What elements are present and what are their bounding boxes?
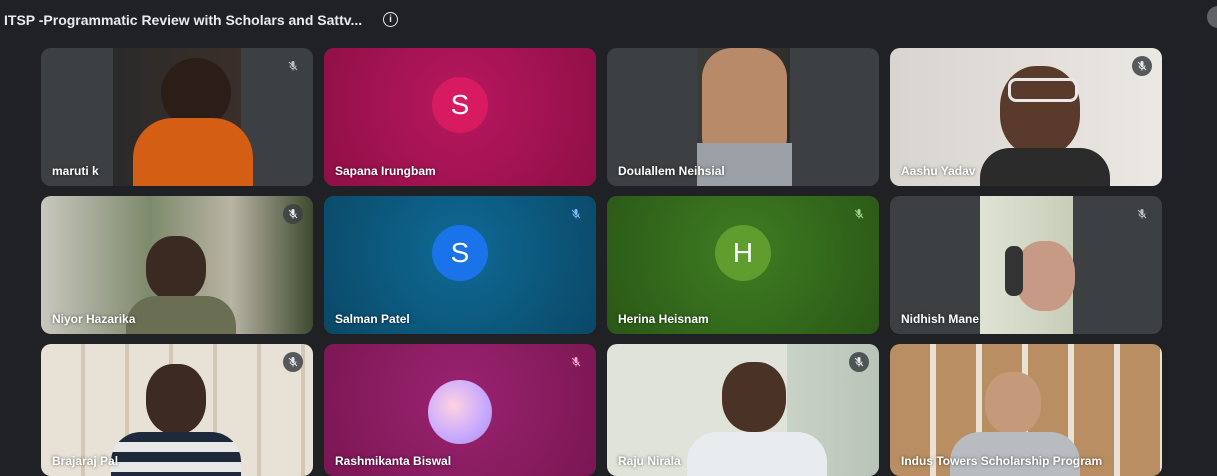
- avatar: S: [432, 225, 488, 281]
- participant-tile-niyor-hazarika[interactable]: Niyor Hazarika: [41, 196, 313, 334]
- mic-off-icon: [566, 204, 586, 224]
- mic-off-icon: [283, 352, 303, 372]
- participant-name: Herina Heisnam: [618, 312, 709, 326]
- participant-name: Salman Patel: [335, 312, 410, 326]
- participant-name: Sapana Irungbam: [335, 164, 436, 178]
- avatar: [428, 380, 492, 444]
- participant-name: Brajaraj Pal: [52, 454, 119, 468]
- participant-name: Raju Nirala: [618, 454, 681, 468]
- participant-name: maruti k: [52, 164, 99, 178]
- avatar: H: [715, 225, 771, 281]
- participant-name: Aashu Yadav: [901, 164, 976, 178]
- participant-name: Nidhish Mane: [901, 312, 980, 326]
- mic-off-icon: [1132, 204, 1152, 224]
- mic-off-icon: [849, 204, 869, 224]
- participant-tile-maruti-k[interactable]: maruti k: [41, 48, 313, 186]
- participant-tile-nidhish-mane[interactable]: Nidhish Mane: [890, 196, 1162, 334]
- avatar: S: [432, 77, 488, 133]
- mic-off-icon: [283, 204, 303, 224]
- mic-off-icon: [283, 56, 303, 76]
- meeting-title: ITSP -Programmatic Review with Scholars …: [4, 12, 363, 28]
- mic-off-icon: [566, 352, 586, 372]
- participant-name: Doulallem Neihsial: [618, 164, 725, 178]
- participant-name: Niyor Hazarika: [52, 312, 136, 326]
- participant-name: Rashmikanta Biswal: [335, 454, 452, 468]
- participant-tile-brajaraj-pal[interactable]: Brajaraj Pal: [41, 344, 313, 476]
- more-options-icon[interactable]: [1207, 6, 1217, 28]
- mic-off-icon: [1132, 56, 1152, 76]
- participant-tile-aashu-yadav[interactable]: Aashu Yadav: [890, 48, 1162, 186]
- participant-tile-herina-heisnam[interactable]: H Herina Heisnam: [607, 196, 879, 334]
- participant-tile-salman-patel[interactable]: S Salman Patel: [324, 196, 596, 334]
- mic-off-icon: [849, 352, 869, 372]
- participant-tile-doulallem-neihsial[interactable]: Doulallem Neihsial: [607, 48, 879, 186]
- participant-tile-rashmikanta-biswal[interactable]: Rashmikanta Biswal: [324, 344, 596, 476]
- info-icon[interactable]: i: [383, 12, 398, 27]
- participant-tile-raju-nirala[interactable]: Raju Nirala: [607, 344, 879, 476]
- participant-tile-sapana-irungbam[interactable]: S Sapana Irungbam: [324, 48, 596, 186]
- meeting-header: ITSP -Programmatic Review with Scholars …: [0, 0, 1217, 40]
- participant-name: Indus Towers Scholarship Program: [901, 454, 1103, 468]
- participant-tile-indus-towers[interactable]: Indus Towers Scholarship Program: [890, 344, 1162, 476]
